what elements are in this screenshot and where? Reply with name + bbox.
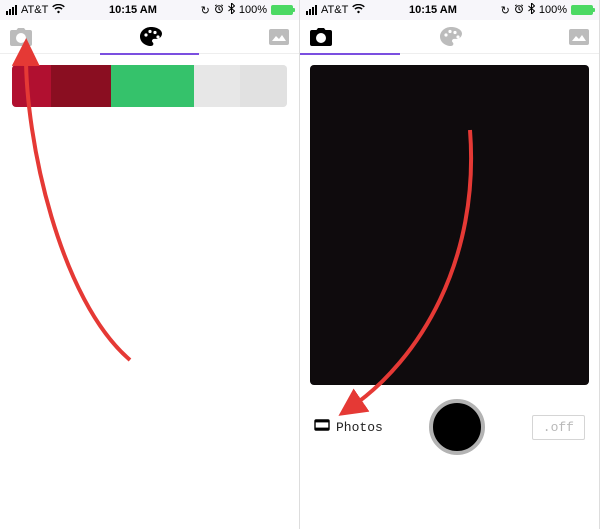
phone-right: AT&T 10:15 AM ↻ 100% xyxy=(300,0,600,529)
carrier-label: AT&T xyxy=(321,4,348,16)
alarm-icon xyxy=(214,4,224,17)
camera-viewfinder[interactable] xyxy=(310,65,589,385)
battery-pct-label: 100% xyxy=(539,4,567,16)
rotate-lock-icon: ↻ xyxy=(201,4,210,17)
flash-off-button[interactable]: .off xyxy=(532,415,585,440)
status-bar: AT&T 10:15 AM ↻ 100% xyxy=(300,0,599,20)
signal-icon xyxy=(306,5,317,15)
shutter-button[interactable] xyxy=(429,399,485,455)
signal-icon xyxy=(6,5,17,15)
clock-label: 10:15 AM xyxy=(109,4,157,16)
palette-area xyxy=(0,55,299,117)
top-nav xyxy=(0,20,299,54)
camera-icon[interactable] xyxy=(10,28,32,46)
top-nav xyxy=(300,20,599,54)
bluetooth-icon xyxy=(528,3,535,17)
palette-icon[interactable] xyxy=(440,27,462,47)
alarm-icon xyxy=(514,4,524,17)
film-roll-icon xyxy=(314,418,330,436)
wifi-icon xyxy=(52,4,65,17)
palette-swatch[interactable] xyxy=(194,65,241,107)
palette-swatch[interactable] xyxy=(51,65,112,107)
carrier-label: AT&T xyxy=(21,4,48,16)
clock-label: 10:15 AM xyxy=(409,4,457,16)
rotate-lock-icon: ↻ xyxy=(501,4,510,17)
gallery-icon[interactable] xyxy=(269,29,289,45)
gallery-icon[interactable] xyxy=(569,29,589,45)
palette-swatch[interactable] xyxy=(111,65,194,107)
camera-controls: Photos .off xyxy=(310,393,589,461)
photos-button[interactable]: Photos xyxy=(314,418,383,436)
bluetooth-icon xyxy=(228,3,235,17)
battery-icon xyxy=(271,5,293,15)
camera-icon[interactable] xyxy=(310,28,332,46)
color-palette-bar[interactable] xyxy=(12,65,287,107)
battery-icon xyxy=(571,5,593,15)
phone-left: AT&T 10:15 AM ↻ 100% xyxy=(0,0,300,529)
status-bar: AT&T 10:15 AM ↻ 100% xyxy=(0,0,299,20)
battery-pct-label: 100% xyxy=(239,4,267,16)
palette-swatch[interactable] xyxy=(240,65,287,107)
palette-swatch[interactable] xyxy=(12,65,51,107)
photos-label: Photos xyxy=(336,420,383,435)
palette-icon[interactable] xyxy=(140,27,162,47)
wifi-icon xyxy=(352,4,365,17)
